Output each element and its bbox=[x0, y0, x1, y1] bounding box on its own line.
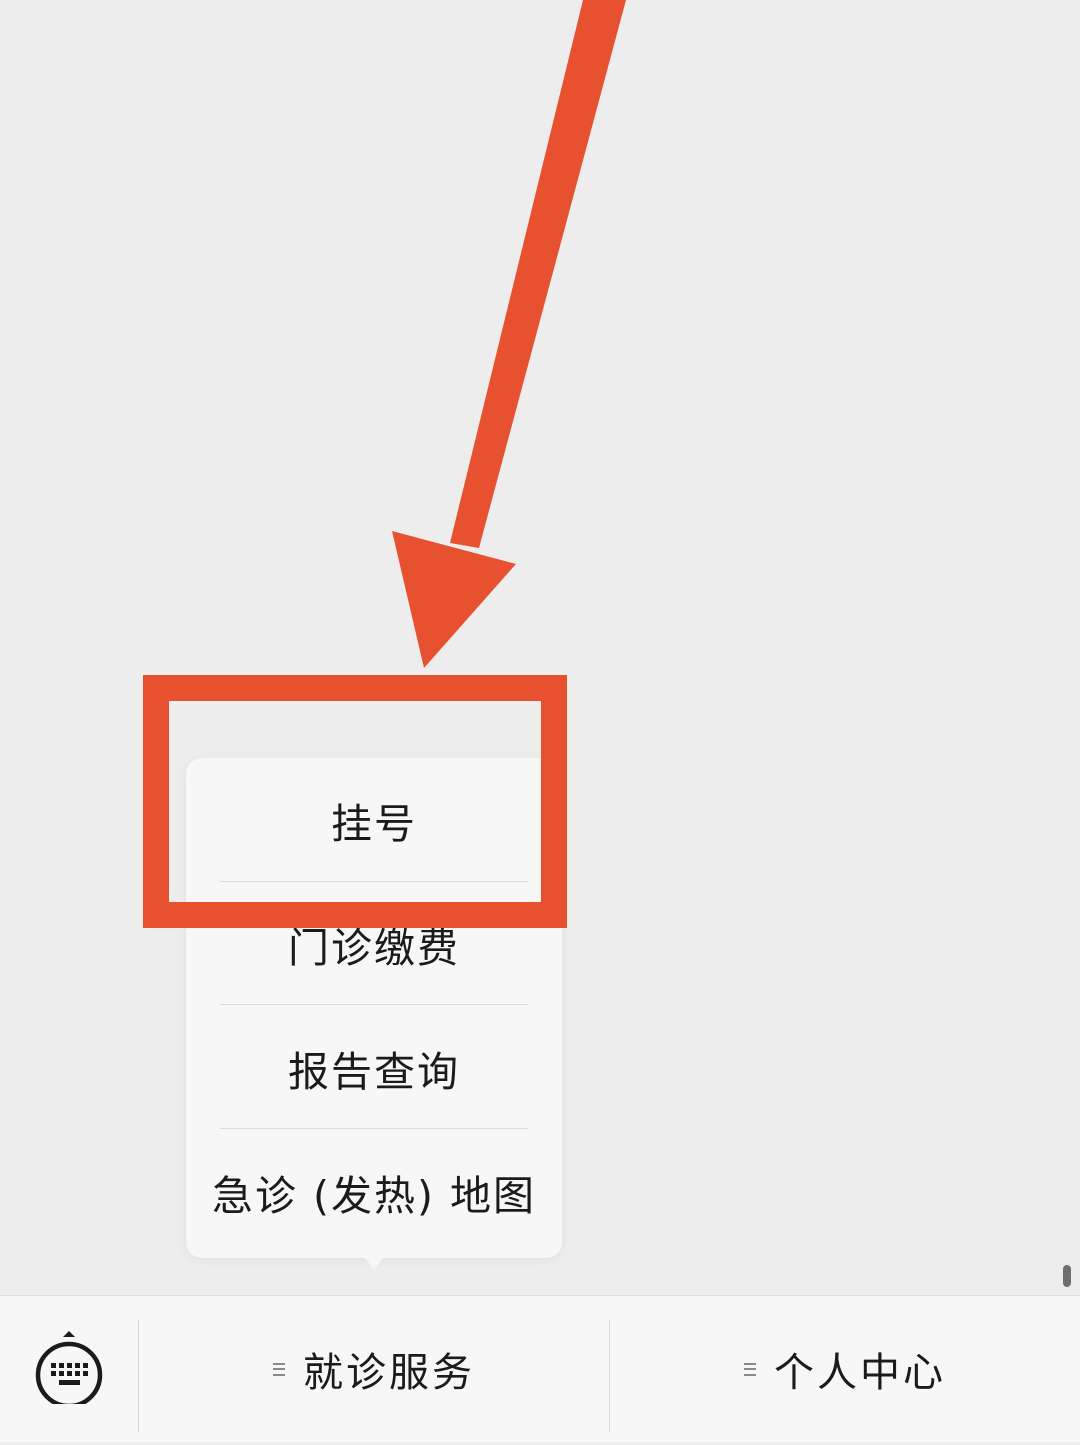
tab-label: 就诊服务 bbox=[303, 1350, 475, 1396]
bottom-menu-bar: 就诊服务 个人中心 bbox=[0, 1295, 1080, 1442]
menu-item-emergency-map[interactable]: 急诊 (发热) 地图 bbox=[186, 1130, 562, 1254]
tab-label: 个人中心 bbox=[774, 1350, 946, 1396]
menu-item-outpatient-payment[interactable]: 门诊缴费 bbox=[186, 882, 562, 1006]
keyboard-toggle-button[interactable] bbox=[0, 1296, 138, 1442]
menu-list-icon bbox=[273, 1362, 285, 1376]
menu-item-report-query[interactable]: 报告查询 bbox=[186, 1006, 562, 1130]
menu-item-label: 门诊缴费 bbox=[288, 924, 460, 972]
submenu-popup: 挂号 门诊缴费 报告查询 急诊 (发热) 地图 bbox=[186, 758, 562, 1258]
menu-item-label: 急诊 (发热) 地图 bbox=[211, 1172, 537, 1220]
popup-pointer bbox=[364, 1256, 384, 1270]
menu-item-label: 挂号 bbox=[331, 800, 417, 848]
menu-list-icon bbox=[744, 1362, 756, 1376]
menu-divider bbox=[220, 1128, 528, 1129]
keyboard-icon bbox=[35, 1331, 103, 1404]
scroll-indicator[interactable] bbox=[1063, 1265, 1071, 1287]
tab-medical-services[interactable]: 就诊服务 bbox=[139, 1296, 609, 1442]
menu-divider bbox=[220, 1004, 528, 1005]
menu-item-label: 报告查询 bbox=[288, 1048, 460, 1096]
tab-personal-center[interactable]: 个人中心 bbox=[610, 1296, 1080, 1442]
menu-item-register[interactable]: 挂号 bbox=[186, 758, 562, 882]
